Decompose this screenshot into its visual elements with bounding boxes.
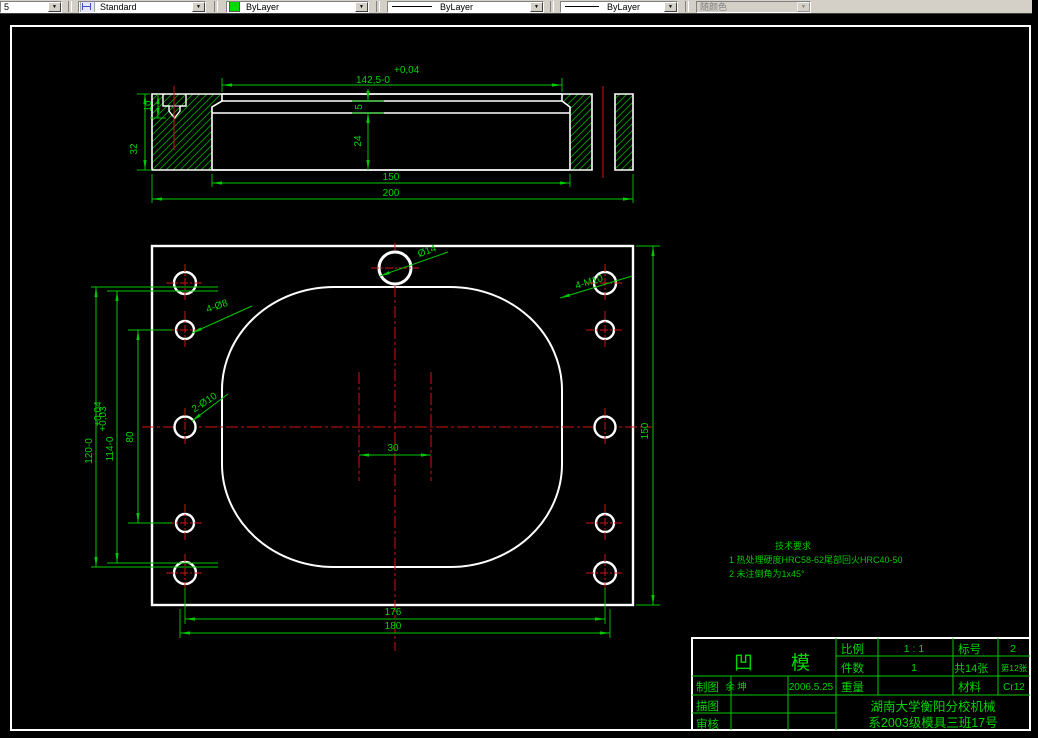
sheet-index: 第12张 [1001,663,1028,673]
dim-120-value: 120-0 [84,438,95,464]
qty-label: 件数 [841,661,864,675]
chevron-down-icon[interactable]: ▼ [48,1,61,12]
qty-value: 1 [911,662,917,674]
dim-30-value: 30 [387,443,399,454]
toolbar-separator [68,1,72,12]
title-block: 凹模 比例 1 : 1 标号 2 件数 1 共14张 第12张 制图 余 坤 2… [691,637,1030,731]
dim-200-value: 200 [383,188,400,199]
dim-32-value: 32 [129,143,140,155]
lineweight-combo-value: ByLayer [607,1,641,12]
plotstyle-combo: 随颜色 ▼ [696,0,811,13]
toolbar-separator [550,1,554,12]
material-value: Cr12 [1003,682,1025,693]
org-line-1: 湖南大学衡阳分校机械 [870,699,996,714]
lineweight-combo[interactable]: ByLayer ▼ [560,0,678,13]
dim-180-value: 180 [385,621,402,632]
weight-label: 重量 [841,680,864,694]
dim-80-value: 80 [125,431,136,443]
linetype-combo-value: ByLayer [440,1,474,12]
chevron-down-icon[interactable]: ▼ [530,1,543,12]
linetype-preview-icon [392,6,432,7]
layer-combo-value: 5 [4,1,10,12]
scale-value: 1 : 1 [904,643,925,655]
dim-step-value: 5 [354,104,365,110]
chevron-down-icon[interactable]: ▼ [355,1,368,12]
color-swatch-icon [229,1,240,12]
dim-150w-value: 150 [383,172,400,183]
toolbar-separator [214,1,218,12]
color-combo-value: ByLayer [246,1,280,12]
chevron-down-icon[interactable]: ▼ [664,1,677,12]
dim-142-5-value: 142,5-0 [356,75,390,86]
drawn-date: 2006.5.25 [789,682,834,693]
dim-114-value: 114-0 [105,436,116,461]
dim-style-combo[interactable]: Standard ▼ [78,0,206,13]
autocad-window: 5 ▼ Standard ▼ ByLayer ▼ ByLayer ▼ ByLay… [0,0,1038,738]
drawn-name: 余 坤 [725,681,747,693]
color-combo[interactable]: ByLayer ▼ [226,0,369,13]
tech-req-title: 技术要求 [775,540,811,551]
section-hatch-right-a [561,93,593,171]
sheets-total: 共14张 [954,662,988,675]
linetype-combo[interactable]: ByLayer ▼ [387,0,544,13]
layer-combo[interactable]: 5 ▼ [0,0,62,13]
dim-150h-value: 150 [640,422,651,439]
material-label: 材料 [958,680,981,694]
drawn-label: 制图 [696,681,719,694]
chevron-down-icon[interactable]: ▼ [192,1,205,12]
scale-label: 比例 [841,642,864,656]
dim-114-tol: +0,03 [98,406,109,432]
mark-label: 标号 [958,643,981,656]
dim-142-5-tol: +0,04 [394,65,420,76]
lineweight-preview-icon [565,6,599,7]
mark-value: 2 [1010,643,1016,655]
dim-style-value: Standard [100,1,137,12]
plotstyle-combo-value: 随颜色 [700,2,728,12]
section-view: +0,04 142,5-0 5 24 10 32 150 200 [129,65,634,203]
plan-view: Ø14 4-M10 4-Ø8 2-Ø10 30 120-0 +0,04 114-… [84,243,660,651]
chevron-down-icon: ▼ [797,1,810,12]
dim-24-value: 24 [353,135,364,147]
drawing-canvas[interactable]: +0,04 142,5-0 5 24 10 32 150 200 Ø14 4-M… [0,13,1038,738]
toolbar: 5 ▼ Standard ▼ ByLayer ▼ ByLayer ▼ ByLay… [0,0,1032,14]
tech-req-note-2: 2 未注倒角为1x45° [729,568,805,579]
toolbar-separator [685,1,689,12]
technical-requirements: 技术要求 1 热处理硬度HRC58-62尾部回火HRC40-50 2 未注倒角为… [729,540,903,579]
org-line-2: 系2003级模具三班17号 [868,716,997,730]
part-name: 凹模 [734,652,848,674]
check-label: 审核 [696,717,719,731]
dim-176-value: 176 [385,607,402,618]
dim-style-icon [80,1,95,12]
toolbar-separator [376,1,380,12]
label-screw-holes: 4-Ø8 [205,298,230,316]
trace-label: 描图 [696,699,719,713]
section-hatch-right-b [614,93,634,171]
tech-req-note-1: 1 热处理硬度HRC58-62尾部回火HRC40-50 [729,554,903,565]
